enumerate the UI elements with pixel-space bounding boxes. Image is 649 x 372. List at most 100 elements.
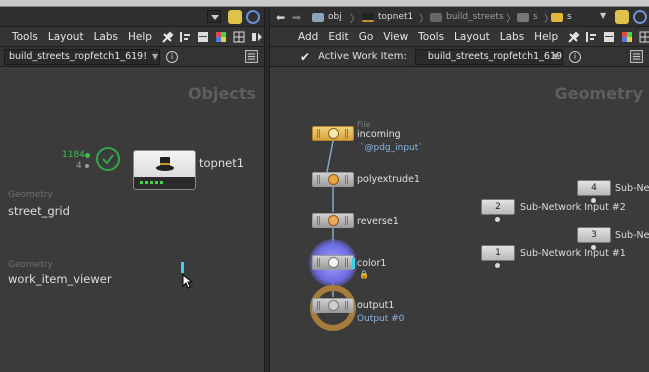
subnet-input-1-node[interactable]: 1 [481,245,515,261]
breadcrumb-topnet1[interactable]: topnet1 [362,10,413,24]
help-lightbulb-icon[interactable] [615,10,629,24]
color-palette-icon[interactable] [621,31,633,43]
reverse-icon [328,215,339,226]
right-network-pane: ⬅ ➡ obj 〉 topnet1 〉 build_streets 〉 s 〉 … [270,7,649,372]
subnet-input-2-output-dot [495,217,500,222]
color-palette-icon[interactable] [215,31,227,43]
align-icon[interactable] [585,31,597,43]
polyextrude-icon [328,174,339,185]
reverse1-node[interactable] [312,213,354,228]
incoming-header: File [357,120,371,129]
cook-complete-check-icon[interactable] [96,147,120,171]
output1-node[interactable] [312,298,354,313]
node-name-street-grid[interactable]: street_grid [8,204,70,218]
rop-icon [430,12,442,22]
tools-wrench-icon[interactable] [567,31,580,43]
chevron-down-icon[interactable]: ▼ [553,52,559,61]
breadcrumb-s-1[interactable]: s [517,10,538,24]
menu-help[interactable]: Help [128,31,152,43]
network-grid-icon[interactable] [639,31,649,43]
breadcrumb-separator: 〉 [419,14,429,25]
subnet-input-1-label: Sub-Network Input #1 [520,248,626,259]
left-netbar: build_streets_ropfetch1_619! ▼ i [0,47,264,67]
menu-view[interactable]: View [383,31,408,43]
menu-layout[interactable]: Layout [454,31,490,43]
chevron-down-icon [211,15,219,20]
subnet-input-4-node[interactable]: 4 [577,180,611,196]
subnet-input-4-num: 4 [591,183,597,193]
menu-layout[interactable]: Layout [48,31,84,43]
status-dot-grey [85,164,89,168]
polyextrude1-node[interactable] [312,172,354,187]
context-title: Objects [187,84,256,103]
menu-help[interactable]: Help [534,31,558,43]
subnet-input-2-node[interactable]: 2 [481,199,515,215]
checkmark-icon[interactable]: ✔ [300,50,310,64]
obj-icon [312,12,324,22]
topnet-node[interactable] [133,150,196,190]
menu-add[interactable]: Add [298,31,318,43]
right-menubar: Add Edit Go View Tools Layout Labs Help [270,27,649,47]
node-context-work-item-viewer: Geometry [8,260,53,270]
info-icon[interactable]: i [568,50,581,63]
right-netbar: ✔ Active Work Item: build_streets_ropfet… [270,47,649,67]
parameters-icon[interactable] [630,50,643,63]
tools-wrench-icon[interactable] [161,31,174,43]
node-name-work-item-viewer[interactable]: work_item_viewer [8,272,112,286]
grid-layout-icon[interactable] [603,31,615,43]
cyan-display-flag [181,262,184,273]
topnet-node-name: topnet1 [199,156,245,170]
menu-tools[interactable]: Tools [12,31,38,43]
subnet-input-4-label: Sub-Netw [615,183,649,194]
subnet-input-1-output-dot [495,263,500,268]
link-icon[interactable] [633,10,647,24]
left-path-dropdown-arrow[interactable] [207,10,221,23]
forward-arrow-icon[interactable]: ➡ [292,11,301,24]
chevron-down-icon[interactable]: ▼ [600,11,606,20]
menu-tools[interactable]: Tools [418,31,444,43]
subnet-input-2-label: Sub-Network Input #2 [520,202,626,213]
left-network-path-dropdown[interactable]: build_streets_ropfetch1_619! [4,48,160,65]
left-menubar: Tools Layout Labs Help [0,27,264,47]
work-item-value: build_streets_ropfetch1_619! [427,51,563,62]
mouse-cursor-icon [182,273,194,292]
left-network-canvas[interactable]: Objects 1184 4 topnet1 Geometry street_g… [0,68,264,372]
right-pathbar: ⬅ ➡ obj 〉 topnet1 〉 build_streets 〉 s 〉 … [270,7,649,27]
menu-labs[interactable]: Labs [94,31,118,43]
color1-node[interactable] [312,255,354,270]
link-icon[interactable] [246,10,260,24]
left-network-path: build_streets_ropfetch1_619! [9,51,148,62]
subnet-input-3-label: Sub-Netw [615,230,649,241]
align-icon[interactable] [179,31,191,43]
node-name-reverse1: reverse1 [357,216,399,227]
subnet-input-3-node[interactable]: 3 [577,227,611,243]
menu-go[interactable]: Go [359,31,374,43]
network-grid-icon[interactable] [233,31,245,43]
node-name-color1: color1 [357,258,387,269]
breadcrumb-s-2[interactable]: s [551,10,572,24]
output1-subtitle: Output #0 [357,314,405,324]
breadcrumb-obj[interactable]: obj [312,10,342,24]
topnet-progress-dots [140,181,164,184]
back-arrow-icon[interactable]: ⬅ [276,11,285,24]
menu-labs[interactable]: Labs [500,31,524,43]
node-name-incoming: incoming [357,129,401,140]
subnet-input-1-num: 1 [495,248,501,258]
work-item-dropdown[interactable]: build_streets_ropfetch1_619! [414,48,563,65]
breadcrumb-build-streets[interactable]: build_streets [430,10,504,24]
subnet-input-3-num: 3 [591,230,597,240]
grid-layout-icon[interactable] [197,31,209,43]
menu-edit[interactable]: Edit [328,31,348,43]
chevron-down-icon[interactable]: ▼ [152,52,158,61]
help-lightbulb-icon[interactable] [228,10,242,24]
parameters-icon[interactable] [245,50,258,63]
node-context-street-grid: Geometry [8,190,53,200]
status-dot-green [85,153,90,158]
top-hat-icon [155,156,175,171]
top-hat-icon [362,12,374,22]
incoming-node[interactable] [312,126,354,141]
overflow-arrow-icon[interactable] [251,31,263,43]
display-flag[interactable] [352,258,355,269]
right-network-canvas[interactable]: Geometry File incoming `@pdg_input` poly… [270,68,649,372]
info-icon[interactable]: i [166,50,179,63]
